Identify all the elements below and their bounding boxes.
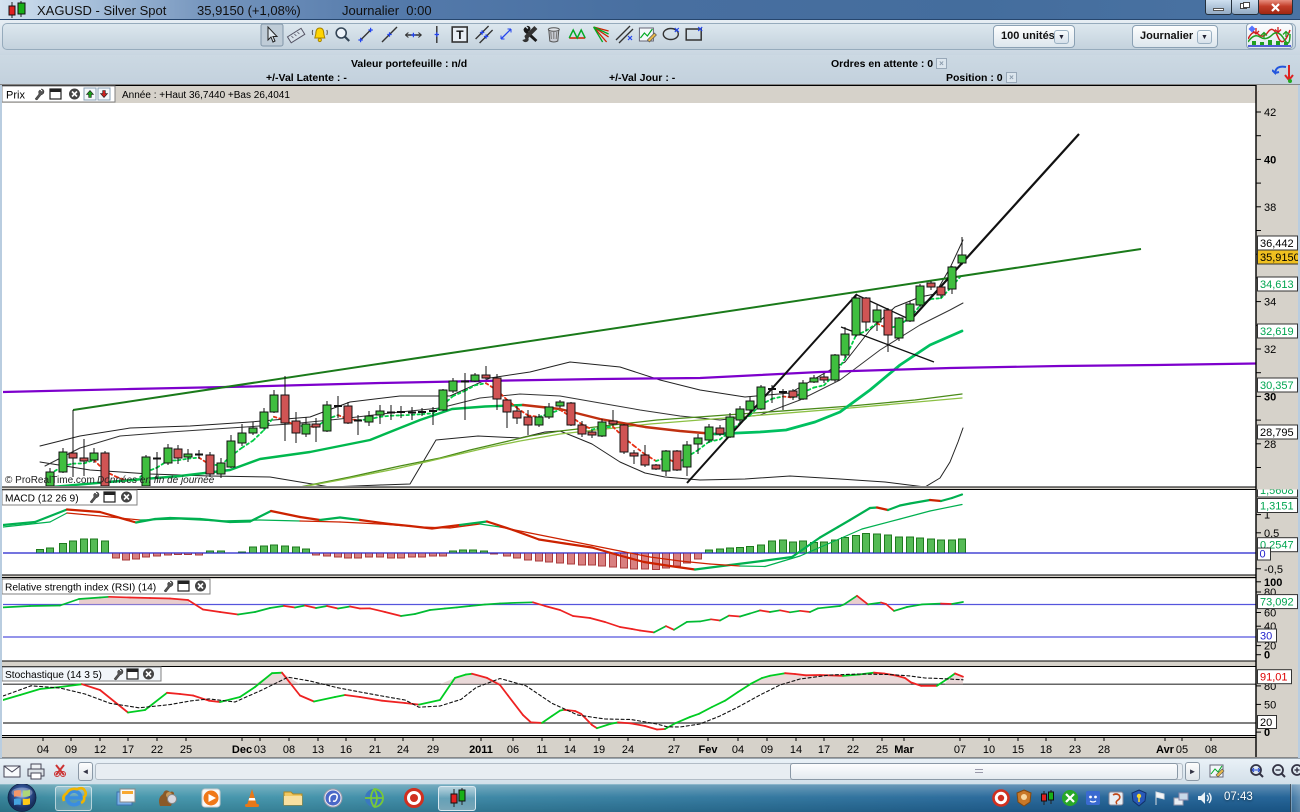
svg-text:30: 30 xyxy=(1260,631,1272,643)
svg-text:30,357: 30,357 xyxy=(1260,380,1294,392)
svg-text:0: 0 xyxy=(1264,650,1270,662)
svg-text:07: 07 xyxy=(954,744,966,756)
svg-text:40: 40 xyxy=(1264,154,1276,166)
svg-text:MACD (12 26 9): MACD (12 26 9) xyxy=(5,494,79,505)
svg-text:15: 15 xyxy=(1012,744,1024,756)
svg-text:29: 29 xyxy=(427,744,439,756)
svg-text:60: 60 xyxy=(1264,608,1276,620)
svg-text:16: 16 xyxy=(340,744,352,756)
svg-text:Avr: Avr xyxy=(1156,744,1175,756)
svg-text:25: 25 xyxy=(180,744,192,756)
svg-text:08: 08 xyxy=(1205,744,1217,756)
svg-text:32,619: 32,619 xyxy=(1260,326,1294,338)
svg-text:Mar: Mar xyxy=(894,744,914,756)
svg-text:05: 05 xyxy=(1176,744,1188,756)
svg-text:04: 04 xyxy=(37,744,49,756)
svg-text:34: 34 xyxy=(1264,297,1276,309)
svg-text:25: 25 xyxy=(876,744,888,756)
svg-text:28: 28 xyxy=(1264,439,1276,451)
svg-text:13: 13 xyxy=(312,744,324,756)
svg-text:09: 09 xyxy=(761,744,773,756)
svg-text:Dec: Dec xyxy=(232,744,252,756)
svg-text:17: 17 xyxy=(122,744,134,756)
svg-text:14: 14 xyxy=(790,744,802,756)
svg-text:22: 22 xyxy=(151,744,163,756)
svg-text:28: 28 xyxy=(1098,744,1110,756)
svg-text:18: 18 xyxy=(1040,744,1052,756)
svg-text:11: 11 xyxy=(536,744,547,756)
svg-text:17: 17 xyxy=(818,744,830,756)
svg-text:91,01: 91,01 xyxy=(1260,672,1288,684)
svg-text:09: 09 xyxy=(65,744,77,756)
svg-text:19: 19 xyxy=(593,744,605,756)
svg-text:T: T xyxy=(456,28,464,42)
svg-text:32: 32 xyxy=(1264,344,1276,356)
svg-text:14: 14 xyxy=(564,744,576,756)
svg-text:20: 20 xyxy=(1260,717,1272,729)
svg-text:06: 06 xyxy=(507,744,519,756)
svg-text:73,092: 73,092 xyxy=(1260,597,1294,609)
svg-text:Données en fin de journée: Données en fin de journée xyxy=(97,475,215,486)
svg-text:34,613: 34,613 xyxy=(1260,279,1294,291)
svg-text:08: 08 xyxy=(283,744,295,756)
svg-text:36,442: 36,442 xyxy=(1260,238,1294,250)
svg-text:© ProRealTime.com: © ProRealTime.com xyxy=(5,475,95,486)
svg-text:38: 38 xyxy=(1264,202,1276,214)
svg-text:04: 04 xyxy=(732,744,744,756)
svg-text:50: 50 xyxy=(1264,699,1276,711)
svg-text:2011: 2011 xyxy=(469,744,493,756)
svg-text:21: 21 xyxy=(369,744,381,756)
svg-text:30: 30 xyxy=(1264,391,1276,403)
svg-text:24: 24 xyxy=(397,744,409,756)
svg-text:35,9150: 35,9150 xyxy=(1260,252,1300,264)
svg-text:27: 27 xyxy=(668,744,680,756)
svg-text:1,3151: 1,3151 xyxy=(1260,501,1294,513)
svg-text:24: 24 xyxy=(622,744,634,756)
svg-text:22: 22 xyxy=(847,744,859,756)
svg-text:Stochastique (14 3 5): Stochastique (14 3 5) xyxy=(5,670,102,681)
svg-text:12: 12 xyxy=(94,744,106,756)
svg-text:23: 23 xyxy=(1069,744,1081,756)
svg-text:Fev: Fev xyxy=(699,744,719,756)
svg-text:Prix: Prix xyxy=(6,90,25,102)
svg-text:03: 03 xyxy=(254,744,266,756)
svg-text:Année : +Haut 36,7440 +Bas 26,: Année : +Haut 36,7440 +Bas 26,4041 xyxy=(122,90,290,101)
svg-text:-0,5: -0,5 xyxy=(1264,564,1283,576)
svg-text:0: 0 xyxy=(1260,549,1266,561)
svg-text:10: 10 xyxy=(983,744,995,756)
svg-text:28,795: 28,795 xyxy=(1260,427,1294,439)
svg-text:Relative strength index (RSI): Relative strength index (RSI) (14) xyxy=(5,583,156,594)
svg-text:42: 42 xyxy=(1264,107,1276,119)
